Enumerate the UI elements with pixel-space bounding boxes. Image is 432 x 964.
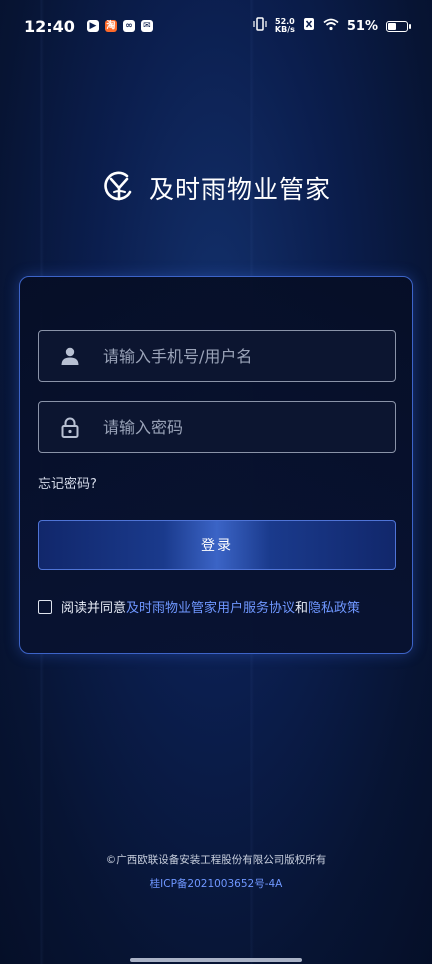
status-right: 52.0 KB/s 51% xyxy=(253,17,411,35)
wifi-icon xyxy=(323,18,339,35)
message-notification-icon: ✉ xyxy=(140,20,153,32)
play-notification-icon: ▶ xyxy=(86,20,99,32)
agreement-checkbox[interactable] xyxy=(38,599,52,614)
link-notification-icon: ∞ xyxy=(122,20,135,32)
home-indicator[interactable] xyxy=(130,958,302,962)
status-left: 12:40 ▶ 淘 ∞ ✉ xyxy=(24,17,153,36)
agreement-prefix: 阅读并同意 xyxy=(61,601,127,616)
network-speed: 52.0 KB/s xyxy=(275,18,295,34)
copyright-text: ©广西欧联设备安装工程股份有限公司版权所有 xyxy=(105,854,327,866)
login-button[interactable]: 登录 xyxy=(38,520,396,570)
vibrate-icon xyxy=(253,17,267,35)
brand-logo-icon xyxy=(101,168,137,208)
password-input[interactable] xyxy=(101,416,395,438)
status-bar: 12:40 ▶ 淘 ∞ ✉ 52.0 KB/s 51% xyxy=(0,0,432,52)
battery-icon xyxy=(386,20,411,32)
icp-link[interactable]: 桂ICP备2021003652号-4A xyxy=(0,876,432,891)
privacy-policy-link[interactable]: 隐私政策 xyxy=(308,597,360,616)
app-notification-icon: 淘 xyxy=(104,20,117,32)
agreement-and: 和 xyxy=(295,601,309,616)
brand-header: 及时雨物业管家 xyxy=(0,168,432,208)
username-input[interactable] xyxy=(101,345,395,367)
status-time: 12:40 xyxy=(24,16,75,36)
lock-icon xyxy=(39,417,101,438)
login-card: 忘记密码? 登录 阅读并同意 及时雨物业管家用户服务协议 和 隐私政策 xyxy=(19,276,413,654)
forgot-password-link[interactable]: 忘记密码? xyxy=(38,473,97,492)
network-speed-unit: KB/s xyxy=(274,25,295,34)
battery-fill xyxy=(388,22,397,30)
sim-off-icon xyxy=(303,17,315,35)
brand-name: 及时雨物业管家 xyxy=(148,175,331,204)
username-field[interactable] xyxy=(38,330,396,382)
password-field[interactable] xyxy=(38,401,396,453)
user-icon xyxy=(39,346,101,366)
service-agreement-link[interactable]: 及时雨物业管家用户服务协议 xyxy=(126,597,295,616)
agreement-row: 阅读并同意 及时雨物业管家用户服务协议 和 隐私政策 xyxy=(38,597,360,616)
battery-percent: 51% xyxy=(346,18,378,34)
